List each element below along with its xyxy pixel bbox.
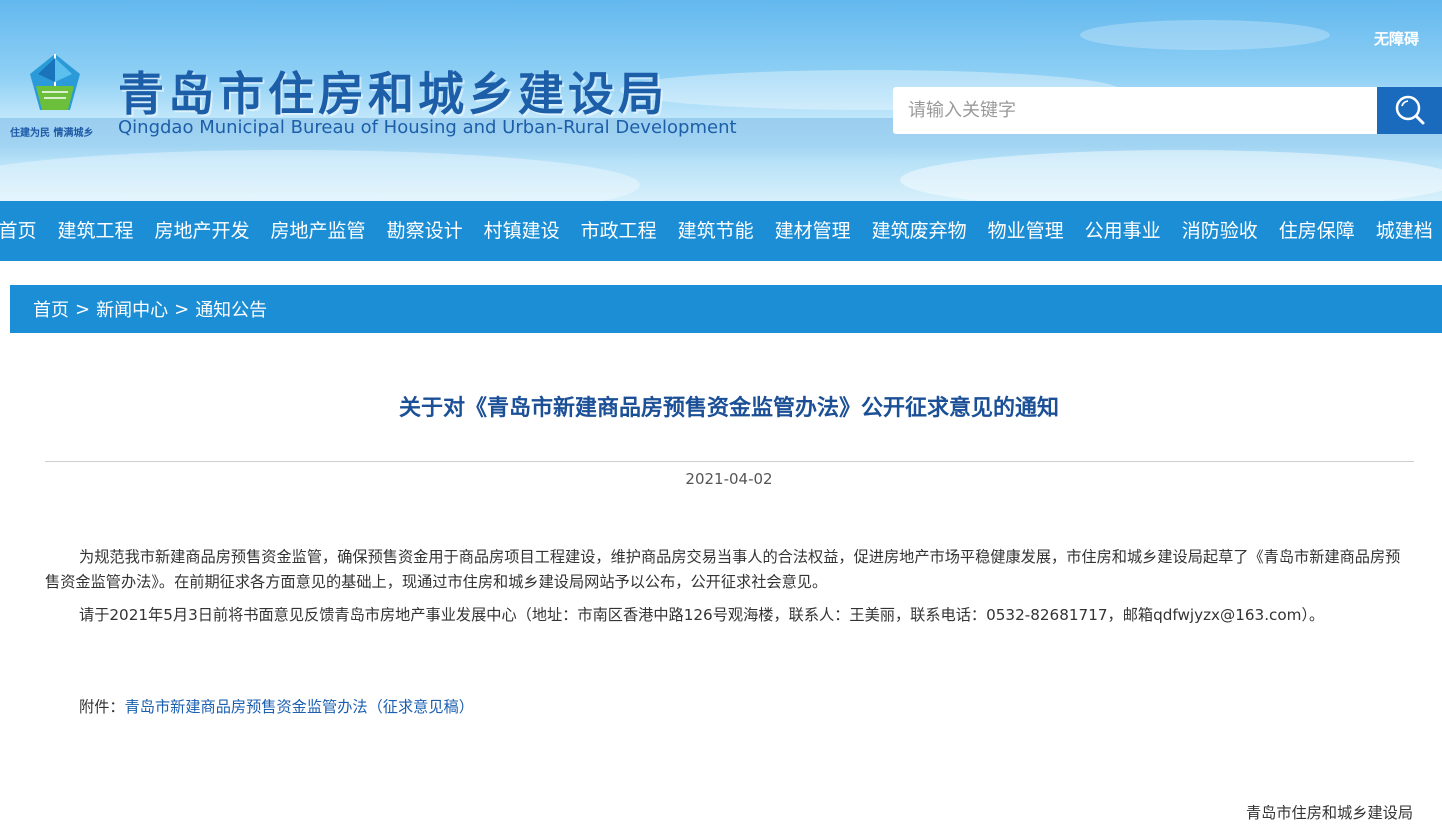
bureau-logo-icon	[30, 54, 80, 110]
nav-item-urban-archives[interactable]: 城建档	[1365, 201, 1442, 261]
nav-item-construction[interactable]: 建筑工程	[47, 201, 144, 261]
site-header: 住建为民 情满城乡 青岛市住房和城乡建设局 Qingdao Municipal …	[0, 0, 1442, 201]
breadcrumb-home[interactable]: 首页	[33, 296, 69, 322]
nav-item-public-utilities[interactable]: 公用事业	[1074, 201, 1171, 261]
article-title: 关于对《青岛市新建商品房预售资金监管办法》公开征求意见的通知	[398, 396, 1059, 421]
site-title[interactable]: 青岛市住房和城乡建设局	[118, 58, 668, 124]
header-cloud	[1080, 20, 1330, 50]
signature: 青岛市住房和城乡建设局	[1245, 804, 1413, 822]
breadcrumb-separator: >	[174, 298, 190, 320]
nav-item-energy-saving[interactable]: 建筑节能	[667, 201, 764, 261]
breadcrumb-notices[interactable]: 通知公告	[195, 296, 267, 322]
site-subtitle: Qingdao Municipal Bureau of Housing and …	[118, 117, 737, 138]
breadcrumb: 首页 > 新闻中心 > 通知公告	[10, 285, 1442, 333]
nav-item-real-estate-supervision[interactable]: 房地产监管	[260, 201, 376, 261]
title-divider	[45, 461, 1414, 462]
article-paragraph: 为规范我市新建商品房预售资金监管，确保预售资金用于商品房项目工程建设，维护商品房…	[45, 548, 1401, 591]
nav-item-village-construction[interactable]: 村镇建设	[473, 201, 570, 261]
breadcrumb-news-center[interactable]: 新闻中心	[96, 296, 168, 322]
attachment-line: 附件：青岛市新建商品房预售资金监管办法（征求意见稿）	[45, 695, 1414, 720]
nav-item-property-management[interactable]: 物业管理	[977, 201, 1074, 261]
search-icon	[1395, 95, 1425, 125]
nav-item-construction-waste[interactable]: 建筑废弃物	[861, 201, 977, 261]
publish-date: 2021-04-02	[685, 470, 773, 488]
nav-item-fire-inspection[interactable]: 消防验收	[1171, 201, 1268, 261]
search-button[interactable]	[1377, 87, 1442, 134]
attachment-prefix: 附件：	[79, 698, 125, 716]
search-input[interactable]	[893, 87, 1378, 134]
nav-item-home[interactable]: 首页	[0, 201, 47, 261]
accessibility-link[interactable]: 无障碍	[1374, 28, 1419, 49]
nav-item-survey-design[interactable]: 勘察设计	[376, 201, 473, 261]
main-nav: 首页 建筑工程 房地产开发 房地产监管 勘察设计 村镇建设 市政工程 建筑节能 …	[0, 201, 1442, 261]
breadcrumb-separator: >	[75, 298, 91, 320]
article-paragraph: 请于2021年5月3日前将书面意见反馈青岛市房地产事业发展中心（地址：市南区香港…	[79, 606, 1325, 624]
slogan: 住建为民 情满城乡	[10, 128, 94, 139]
nav-item-real-estate-dev[interactable]: 房地产开发	[144, 201, 260, 261]
nav-item-housing-security[interactable]: 住房保障	[1268, 201, 1365, 261]
nav-item-materials[interactable]: 建材管理	[764, 201, 861, 261]
nav-item-municipal-engineering[interactable]: 市政工程	[570, 201, 667, 261]
attachment-link[interactable]: 青岛市新建商品房预售资金监管办法（征求意见稿）	[125, 698, 474, 716]
